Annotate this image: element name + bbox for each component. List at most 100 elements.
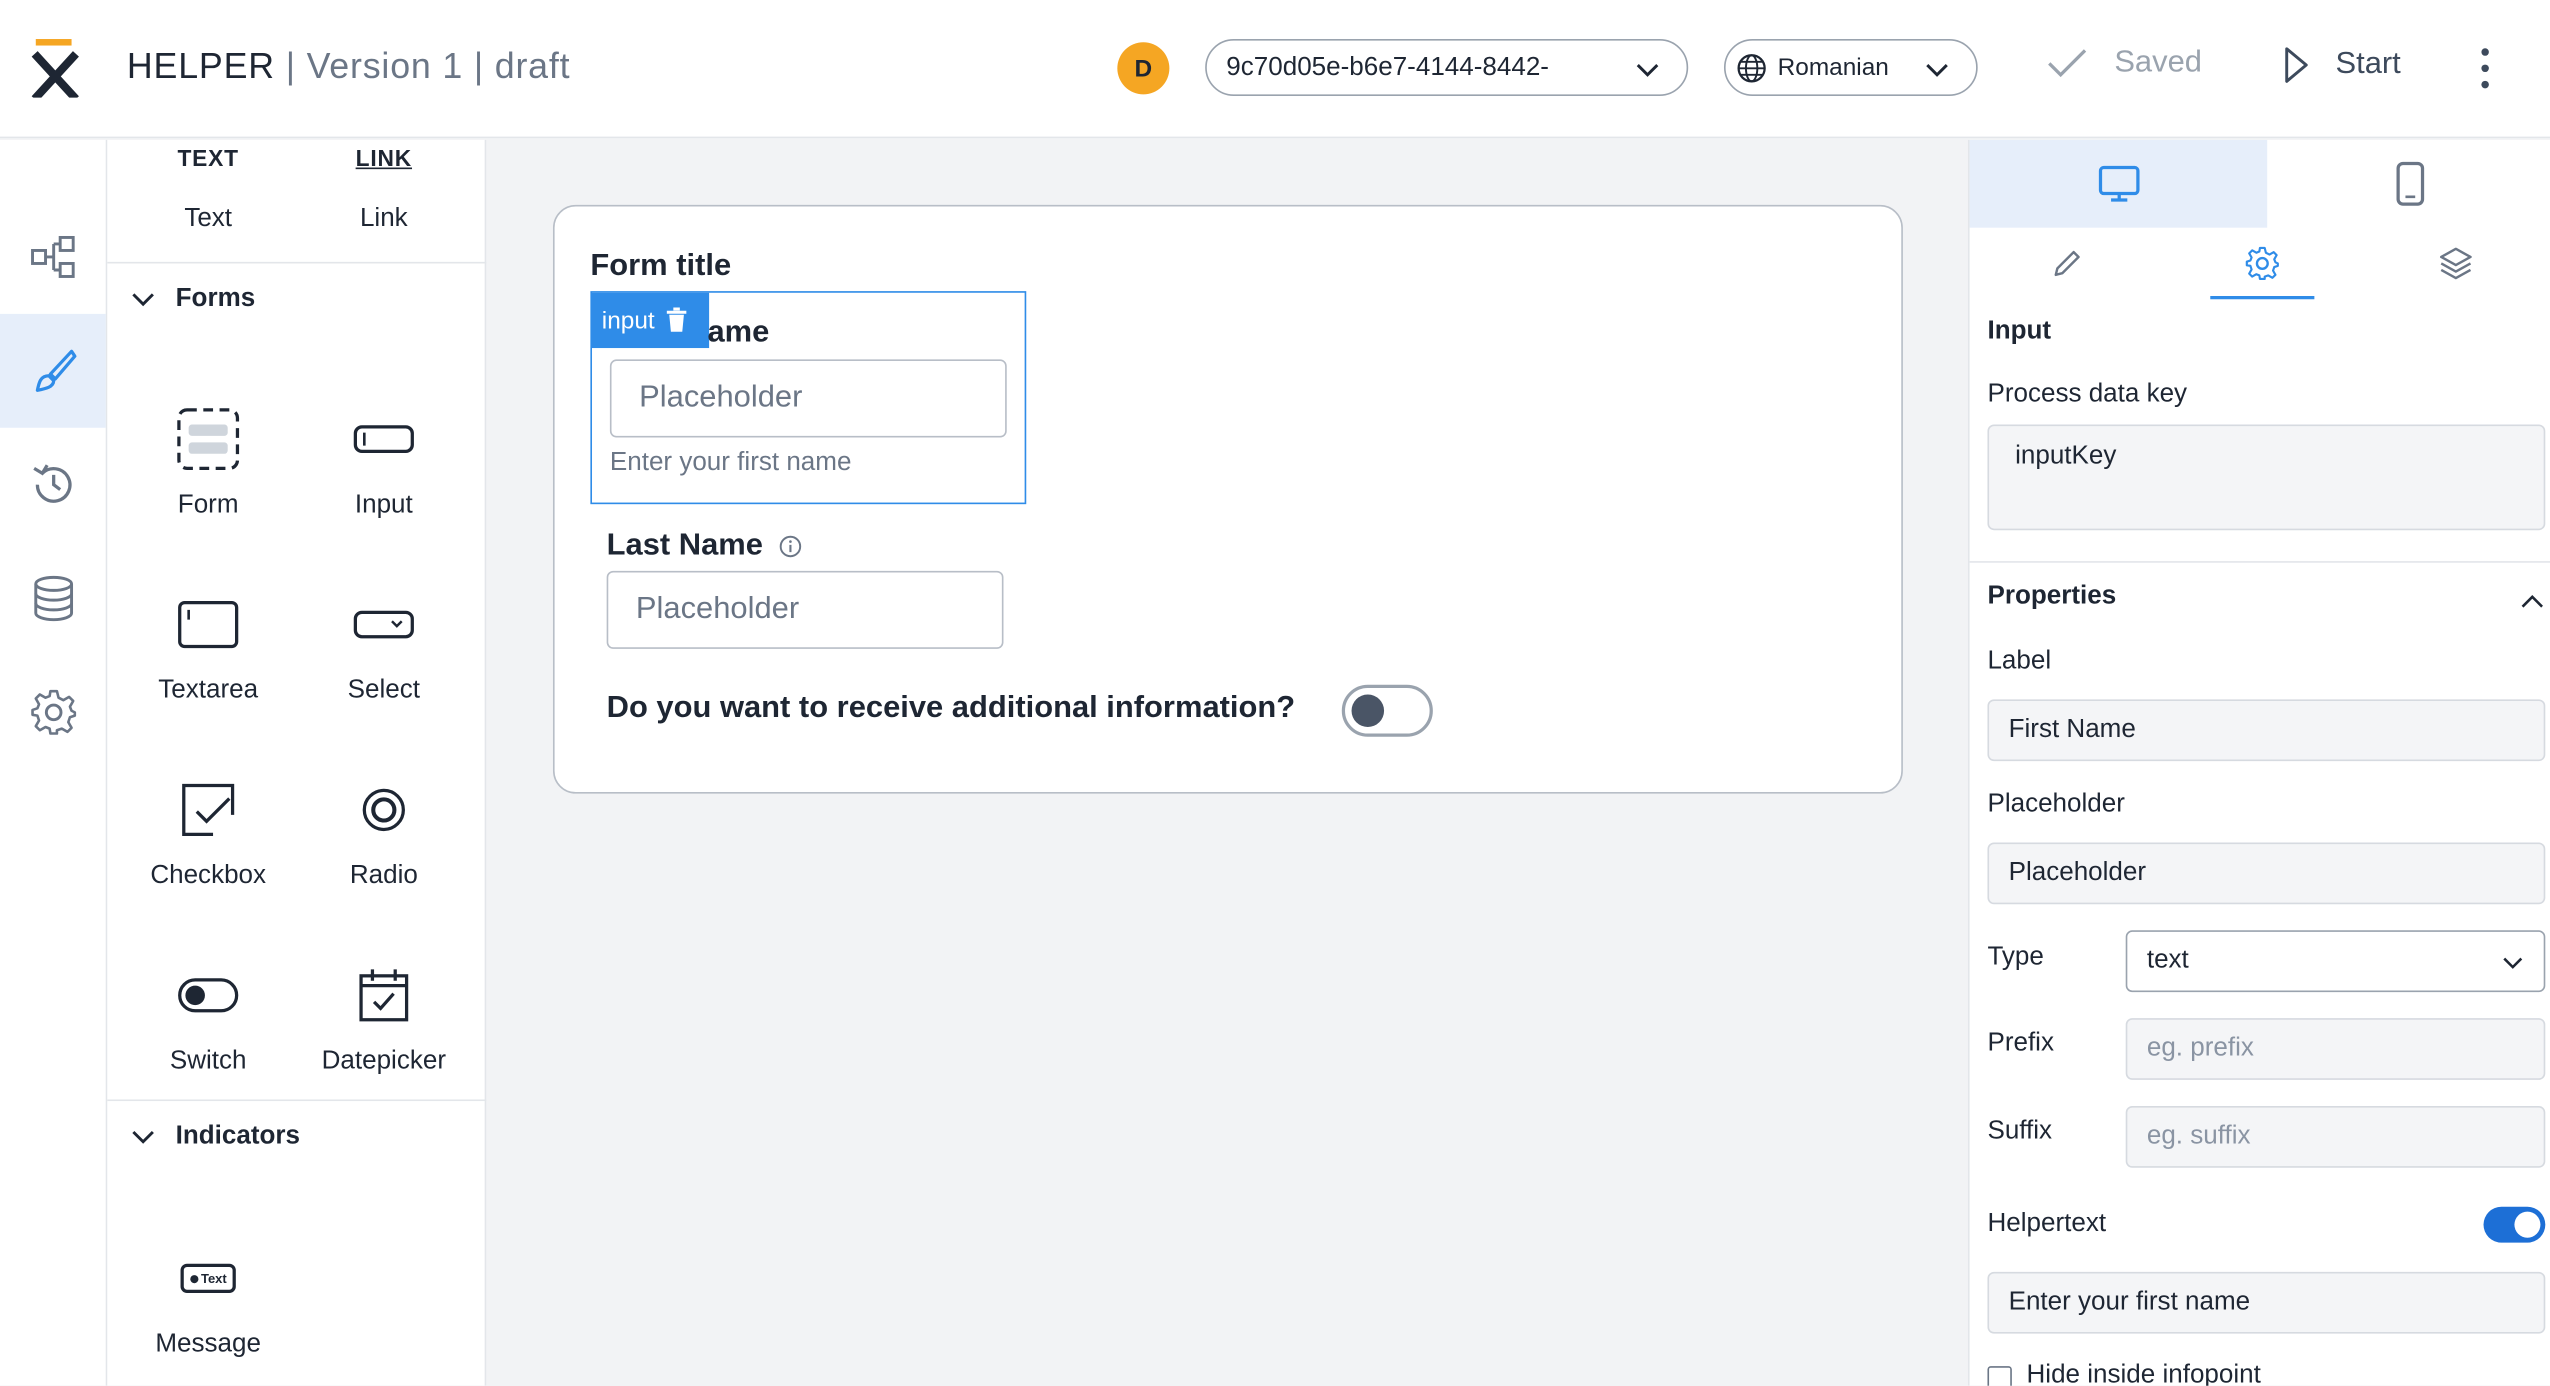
helpertext-field-label: Helpertext [1987,1210,2107,1238]
design-canvas: Form title input ame Placeholder Enter y… [487,139,1968,1386]
left-nav-rail [0,139,108,1386]
component-datepicker[interactable]: Datepicker [289,963,478,1077]
selected-input-element[interactable]: input ame Placeholder Enter your first n… [590,291,1027,505]
label-field-label: Label [1987,647,2052,675]
nav-process-map[interactable] [0,200,106,314]
type-select[interactable]: text [2125,930,2546,993]
app-title: HELPER | Version 1 | draft [126,45,571,87]
process-id-dropdown[interactable]: 9c70d05e-b6e7-4144-8442- [1205,39,1689,96]
process-key-label: Process data key [1987,380,2188,409]
more-vertical-icon[interactable] [2466,46,2505,92]
switch-icon [178,978,239,1013]
nav-data-model[interactable] [0,542,106,656]
info-icon[interactable] [779,535,802,558]
first-name-label: ame [707,315,770,350]
message-icon: Text [180,1263,236,1293]
saved-label: Saved [2114,45,2202,80]
indicators-section-title: Indicators [175,1121,301,1150]
hide-infopoint-checkbox[interactable] [1987,1366,2012,1386]
app-root: HELPER | Version 1 | draft D 9c70d05e-b6… [0,0,2550,1386]
component-label: Form [177,491,239,519]
form-icon [177,408,240,471]
component-label: Radio [349,861,418,890]
nav-settings[interactable] [0,655,106,769]
forms-section-title: Forms [175,283,256,312]
radio-icon [362,788,405,832]
component-link[interactable]: LINK Link [289,143,478,234]
version-label[interactable]: Version 1 [307,46,464,87]
form-title: Form title [590,248,732,283]
tab-style[interactable] [1970,228,2165,300]
component-input[interactable]: Input [289,407,478,521]
component-radio[interactable]: Radio [289,777,478,891]
nav-history[interactable] [0,428,106,542]
selected-element-tag: input [592,292,710,349]
forms-section-toggle[interactable]: Forms [107,261,487,334]
database-icon [33,575,73,622]
component-label: Datepicker [321,1047,447,1076]
link-mini-icon: LINK [355,144,413,171]
divider [1969,561,2550,563]
component-label: Select [347,676,420,705]
nav-ui-designer[interactable] [0,313,106,428]
user-avatar[interactable]: D [1117,42,1170,95]
suffix-input[interactable]: eg. suffix [2125,1105,2546,1168]
label-input[interactable]: First Name [1987,699,2546,762]
start-button[interactable]: Start [2283,46,2401,85]
component-label: Checkbox [150,861,267,890]
form-container[interactable]: Form title input ame Placeholder Enter y… [552,204,1903,794]
last-name-label: Last Name [606,528,763,563]
tab-settings[interactable] [2165,228,2360,300]
calendar-icon [359,969,409,1022]
component-label: Switch [169,1047,247,1076]
mobile-icon [2395,161,2424,206]
history-icon [32,464,71,503]
component-checkbox[interactable]: Checkbox [114,777,303,891]
trash-icon[interactable] [664,307,687,333]
app-name: HELPER [126,45,275,87]
first-name-input[interactable]: Placeholder [609,359,1007,438]
component-message[interactable]: Text Message [114,1246,303,1360]
helpertext-toggle[interactable] [2483,1206,2546,1243]
component-select[interactable]: Select [289,592,478,706]
tab-mobile[interactable] [2267,140,2550,228]
indicators-section-toggle[interactable]: Indicators [107,1099,487,1171]
component-textarea[interactable]: Textarea [114,592,303,706]
start-label: Start [2335,47,2401,82]
last-name-label-row: Last Name [607,529,802,565]
process-key-input[interactable]: inputKey [1987,424,2546,531]
saved-indicator: Saved [2046,46,2202,82]
chevron-down-icon [1636,64,1659,77]
helpertext-input[interactable]: Enter your first name [1987,1271,2546,1334]
globe-icon [1737,53,1766,82]
status-label: draft [494,45,571,87]
last-name-input[interactable]: Placeholder [606,570,1004,649]
type-field-label: Type [1987,943,2044,971]
brush-icon [34,349,76,392]
language-value: Romanian [1777,53,1889,82]
component-switch[interactable]: Switch [114,963,303,1077]
layers-icon [2440,247,2472,280]
diagram-icon [30,235,74,278]
additional-info-switch[interactable] [1341,684,1433,737]
component-text[interactable]: TEXT Text [114,143,303,234]
component-label: Input [354,491,413,519]
input-icon [353,425,414,453]
chevron-up-icon[interactable] [2519,589,2545,615]
app-logo-icon [31,39,79,98]
prefix-input[interactable]: eg. prefix [2125,1018,2546,1080]
component-label: Textarea [158,676,259,705]
switch-label: Do you want to receive additional inform… [606,691,1296,726]
properties-title: Properties [1987,582,2117,610]
component-label: Text [184,204,233,233]
first-name-helper-text: Enter your first name [609,448,852,477]
tab-desktop[interactable] [1969,139,2268,228]
message-badge-text: Text [200,1271,227,1286]
hide-infopoint-label: Hide inside infopoint [2026,1361,2261,1386]
language-dropdown[interactable]: Romanian [1723,39,1978,96]
chevron-down-icon [132,1130,154,1143]
component-form[interactable]: Form [114,407,303,521]
tab-layers[interactable] [2360,228,2550,300]
placeholder-input[interactable]: Placeholder [1987,842,2546,905]
play-icon [2285,47,2308,83]
